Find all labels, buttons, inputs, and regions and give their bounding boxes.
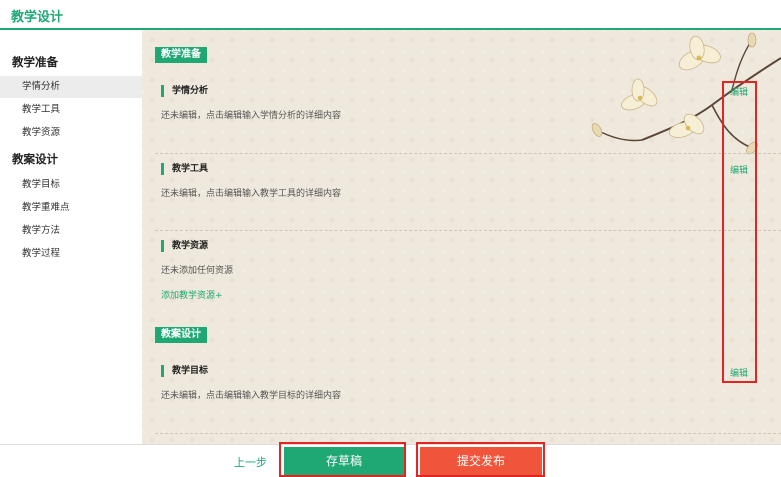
sidebar-group-teaching-prep: 教学准备 (12, 55, 58, 69)
section-divider (155, 153, 781, 154)
sidebar: 教学准备 学情分析 教学工具 教学资源 教案设计 教学目标 教学重难点 教学方法… (0, 30, 143, 444)
sidebar-item-teaching-methods[interactable]: 教学方法 (0, 220, 142, 242)
page-title: 教学设计 (11, 10, 64, 25)
previous-step-link[interactable]: 上一步 (234, 454, 267, 470)
submit-button-highlight (416, 442, 545, 477)
edit-column-highlight (722, 81, 757, 383)
section-desc-teaching-goals: 还未编辑，点击编辑输入教学目标的详细内容 (161, 391, 342, 401)
section-title-student-analysis: 学情分析 (161, 85, 208, 97)
section-title-teaching-goals: 教学目标 (161, 365, 208, 377)
section-desc-student-analysis: 还未编辑，点击编辑输入学情分析的详细内容 (161, 111, 342, 121)
section-tag-teaching-prep: 教学准备 (155, 47, 207, 63)
sidebar-group-lesson-design: 教案设计 (12, 152, 58, 166)
section-title-teaching-resources: 教学资源 (161, 240, 208, 252)
save-button-highlight (279, 442, 406, 477)
sidebar-item-teaching-goals[interactable]: 教学目标 (0, 174, 142, 196)
sidebar-item-student-analysis[interactable]: 学情分析 (0, 76, 142, 98)
section-desc-teaching-resources: 还未添加任何资源 (161, 266, 234, 276)
top-bar: 教学设计 (0, 0, 781, 30)
section-tag-lesson-design: 教案设计 (155, 327, 207, 343)
section-divider (155, 433, 781, 434)
section-desc-teaching-tools: 还未编辑，点击编辑输入教学工具的详细内容 (161, 189, 342, 199)
section-title-teaching-tools: 教学工具 (161, 163, 208, 175)
section-divider (155, 230, 781, 231)
add-resource-link[interactable]: 添加教学资源+ (161, 288, 223, 301)
sidebar-item-key-points[interactable]: 教学重难点 (0, 197, 142, 219)
sidebar-item-teaching-process[interactable]: 教学过程 (0, 243, 142, 265)
sidebar-item-teaching-tools[interactable]: 教学工具 (0, 99, 142, 121)
bottom-action-bar: 上一步 存草稿 提交发布 (0, 442, 781, 477)
main-content[interactable]: 教学准备 学情分析 编辑 还未编辑，点击编辑输入学情分析的详细内容 教学工具 编… (142, 30, 781, 444)
sidebar-item-teaching-resources[interactable]: 教学资源 (0, 122, 142, 144)
